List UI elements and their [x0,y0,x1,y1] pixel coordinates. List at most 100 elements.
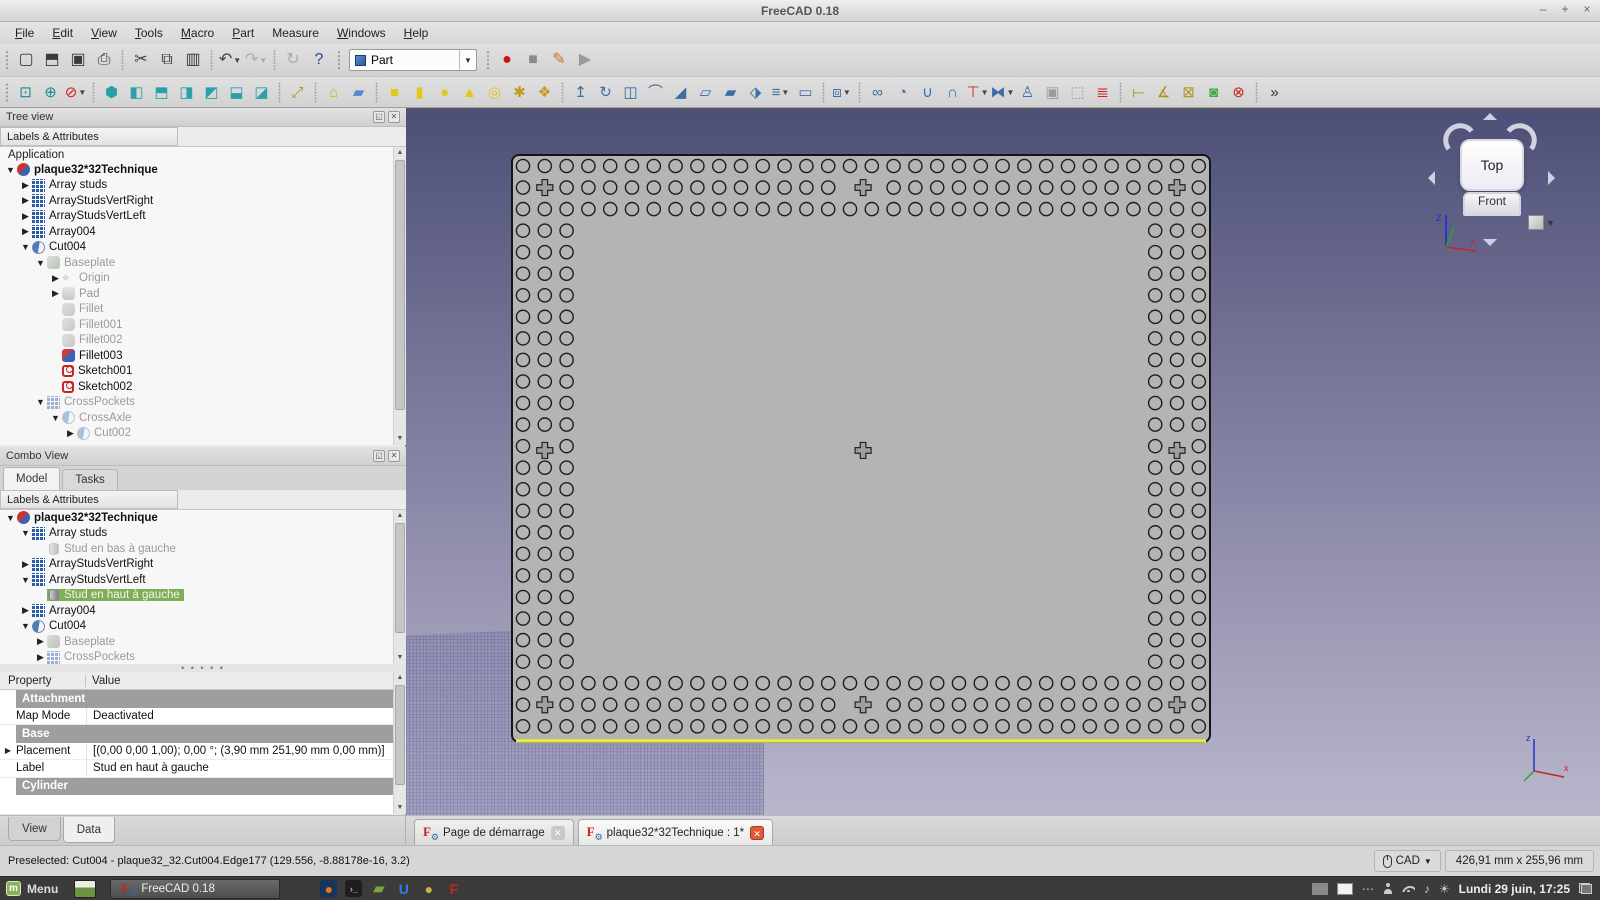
copy-icon[interactable]: ⧉ [154,47,180,73]
part-import-icon[interactable]: ▰ [346,80,371,104]
tab-view[interactable]: View [8,817,61,841]
join-features-icon[interactable]: ⊤▼ [965,80,990,104]
view-left-icon[interactable]: ◪ [249,80,274,104]
show-desktop-button[interactable] [74,880,96,898]
primitive-cone-icon[interactable]: ▲ [457,80,482,104]
measure-toggle-3d-icon[interactable]: ⊗ [1226,80,1251,104]
tree-expand-icon[interactable]: ▼ [19,528,32,538]
tree-expand-icon[interactable]: ▼ [4,513,17,523]
property-row[interactable]: LabelStud en haut à gauche [0,760,406,778]
scroll-up-icon[interactable]: ▲ [394,510,406,522]
measure-clear-icon[interactable]: ⊠ [1176,80,1201,104]
undo-icon[interactable]: ↶▼ [217,47,243,73]
mint-menu-button[interactable]: m Menu [0,877,68,900]
nav-arrow-left-icon[interactable] [1428,171,1435,185]
revolve-icon[interactable]: ↻ [593,80,618,104]
tree-item[interactable]: ▶Array004 [0,224,406,240]
tree-item[interactable]: Fillet001 [0,317,406,333]
boolean-icon[interactable]: ∞ [865,80,890,104]
primitive-torus-icon[interactable]: ◎ [482,80,507,104]
tree-expand-icon[interactable]: ▼ [49,413,62,423]
document-tab[interactable]: F⚙Page de démarrage✕ [414,819,574,845]
property-group[interactable]: Attachment [0,690,406,708]
make-face-icon[interactable]: ▱ [693,80,718,104]
labels-attributes-header[interactable]: Labels & Attributes [0,490,178,509]
cross-sections-icon[interactable]: ≣ [1090,80,1115,104]
expand-icon[interactable]: ▶ [0,743,16,760]
freecad-task-button[interactable]: F⚙ FreeCAD 0.18 [110,879,280,899]
draw-style-icon[interactable]: ⊘▼ [63,80,88,104]
menu-tools[interactable]: Tools [126,23,172,43]
tree-item[interactable]: ▼CrossPockets [0,395,406,411]
file-manager-icon[interactable]: ▰ [370,880,387,897]
tree-expand-icon[interactable]: ▼ [19,242,32,252]
close-panel-icon[interactable]: ✕ [388,450,400,462]
scroll-down-icon[interactable]: ▼ [394,802,406,814]
menu-measure[interactable]: Measure [263,23,328,43]
tray-overflow-icon[interactable]: ⋯ [1362,882,1374,896]
tree-item[interactable]: Sketch001 [0,364,406,380]
tree-item[interactable]: ▼plaque32*32Technique [0,510,406,526]
scroll-down-icon[interactable]: ▼ [394,433,406,445]
ubuntu-software-icon[interactable]: U [395,880,412,897]
view-rear-icon[interactable]: ◩ [199,80,224,104]
clock[interactable]: Lundi 29 juin, 17:25 [1459,882,1570,896]
close-tab-icon[interactable]: ✕ [551,826,565,840]
primitive-sphere-icon[interactable]: ● [432,80,457,104]
maximize-icon[interactable]: + [1558,3,1572,17]
tree-item[interactable]: ▶ArrayStudsVertRight [0,193,406,209]
macro-edit-icon[interactable]: ✎ [546,47,572,73]
tree-item[interactable]: ▶Baseplate [0,634,406,650]
tree-item[interactable]: ▶CrossPockets [0,650,406,665]
tree-expand-icon[interactable]: ▶ [19,211,32,222]
chamfer-icon[interactable]: ◢ [668,80,693,104]
tree-expand-icon[interactable]: ▶ [49,288,62,299]
tree-item[interactable]: Fillet [0,302,406,318]
tree-item[interactable]: Fillet003 [0,348,406,364]
tree-item[interactable]: ▶Cut002 [0,426,406,442]
tree-item[interactable]: Fillet002 [0,333,406,349]
fit-all-icon[interactable]: ⊡ [13,80,38,104]
workspace-1[interactable] [1312,883,1328,895]
tab-model[interactable]: Model [3,467,60,490]
tree-item[interactable]: Stud en bas à gauche [0,541,406,557]
close-icon[interactable]: × [1580,3,1594,17]
tree-item[interactable]: Stud en haut à gauche [0,588,406,604]
save-document-icon[interactable]: ▣ [65,47,91,73]
tree-scrollbar[interactable]: ▲ ▼ [393,147,406,445]
user-applet-icon[interactable] [1383,883,1393,894]
union-icon[interactable]: ∪ [915,80,940,104]
tree-item[interactable]: ▼Baseplate [0,255,406,271]
tree-item[interactable]: ▶Array studs [0,178,406,194]
tree-item[interactable]: ▼CrossAxle [0,410,406,426]
property-group[interactable]: Cylinder [0,778,406,796]
view-front-icon[interactable]: ◧ [124,80,149,104]
tree-expand-icon[interactable]: ▶ [49,273,62,284]
offset-icon[interactable]: ≡▼ [768,80,793,104]
defeaturing-icon[interactable]: ♙ [1015,80,1040,104]
tree-item[interactable]: ▼Cut004 [0,619,406,635]
value-column-header[interactable]: Value [86,675,121,687]
tree-expand-icon[interactable]: ▶ [64,428,77,439]
scroll-up-icon[interactable]: ▲ [394,672,406,684]
navigation-style-button[interactable]: CAD ▼ [1374,850,1441,872]
float-panel-icon[interactable]: ◱ [373,450,385,462]
package-manager-icon[interactable]: ● [420,880,437,897]
tree-item[interactable]: ▼plaque32*32Technique [0,162,406,178]
tree-item[interactable]: ▼ArrayStudsVertLeft [0,572,406,588]
view-axonometric-icon[interactable]: ⬢ [99,80,124,104]
property-value[interactable]: Stud en haut à gauche [86,760,406,777]
tree-expand-icon[interactable]: ▶ [34,636,47,647]
tree-item[interactable]: Sketch002 [0,379,406,395]
network-icon[interactable] [1402,885,1415,892]
tree-item[interactable]: ▶ArrayStudsVertRight [0,557,406,573]
menu-macro[interactable]: Macro [172,23,223,43]
close-tab-icon[interactable]: ✕ [750,826,764,840]
scroll-down-icon[interactable]: ▼ [394,652,406,664]
firefox-icon[interactable]: ● [320,880,337,897]
tree-expand-icon[interactable]: ▶ [19,605,32,616]
navcube-menu[interactable]: ▼ [1528,215,1555,230]
tree-item[interactable]: ▼Array studs [0,526,406,542]
panel-splitter-handle[interactable]: • • • • • [0,664,406,672]
paste-icon[interactable]: ▥ [180,47,206,73]
